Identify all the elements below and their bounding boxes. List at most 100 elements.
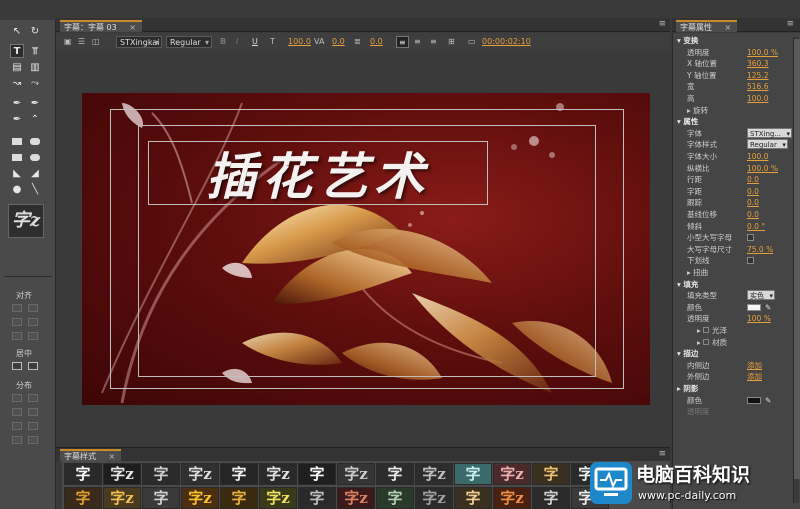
stroke-value[interactable]: 添加 (747, 360, 762, 371)
eyedropper-icon[interactable]: ✎ (765, 302, 771, 313)
eyedropper-icon[interactable]: ✎ (765, 395, 771, 406)
title-style-swatch[interactable]: 字z (493, 463, 531, 485)
attribute-label[interactable]: ▸ 扭曲 (687, 267, 708, 278)
fill-select[interactable]: 实色 (747, 290, 775, 301)
attribute-checkbox[interactable] (747, 234, 754, 242)
styles-tab[interactable]: 字幕样式 × (60, 449, 122, 461)
attribute-select[interactable]: Regular (747, 139, 788, 150)
fill-value[interactable]: 100 % (747, 313, 771, 324)
align-top-button[interactable] (12, 318, 22, 326)
ellipse-tool-icon[interactable]: ● (10, 182, 24, 196)
title-style-swatch[interactable]: 字 (532, 487, 570, 509)
line-tool-icon[interactable]: ╲ (28, 182, 42, 196)
kerning-value[interactable]: 0.0 (332, 36, 345, 48)
italic-button[interactable]: I (236, 36, 238, 48)
timecode-value[interactable]: 00:00:02:10 (482, 36, 531, 48)
color-swatch[interactable] (747, 396, 761, 404)
distribute-button-7[interactable] (12, 436, 22, 444)
expand-arrow-icon[interactable]: ▾ (677, 280, 681, 289)
close-icon[interactable]: × (129, 23, 136, 32)
new-title-icon[interactable]: ▣ (64, 36, 72, 48)
checkbox-icon[interactable] (703, 327, 710, 333)
section-attributes[interactable]: ▾ 属性 (677, 116, 698, 127)
title-text[interactable]: 插花艺术 (149, 142, 487, 206)
attribute-value[interactable]: 100.0 (747, 151, 768, 162)
rounded-corner-rect-tool-icon[interactable] (28, 150, 42, 164)
panel-menu-icon[interactable]: ≡ (658, 19, 666, 29)
title-style-swatch[interactable]: 字 (376, 463, 414, 485)
arc-tool-icon[interactable]: ◢ (28, 166, 42, 180)
attribute-value[interactable]: 75.0 % (747, 244, 773, 255)
rounded-rect-tool-icon[interactable] (28, 134, 42, 148)
close-icon[interactable]: × (109, 452, 116, 461)
expand-arrow-icon[interactable]: ▾ (677, 117, 681, 126)
center-vertical-button[interactable] (28, 362, 38, 370)
title-style-swatch[interactable]: 字 (64, 487, 102, 509)
align-left-text-icon[interactable]: ≡ (396, 36, 409, 48)
bold-button[interactable]: B (220, 36, 226, 48)
title-text-box[interactable]: 插花艺术 (148, 141, 488, 206)
transform-value[interactable]: 100.0 (747, 93, 768, 104)
expand-arrow-icon[interactable]: ▾ (677, 349, 681, 358)
add-anchor-tool-icon[interactable]: ✒ (28, 96, 42, 110)
distribute-button-6[interactable] (28, 422, 38, 430)
expand-arrow-icon[interactable]: ▸ (677, 384, 681, 393)
title-style-swatch[interactable]: 字z (181, 487, 219, 509)
section-shadow[interactable]: ▸ 阴影 (677, 383, 698, 394)
expand-arrow-icon[interactable]: ▾ (677, 36, 681, 45)
transform-value[interactable]: 516.6 (747, 81, 768, 92)
checkbox-icon[interactable] (703, 338, 710, 345)
title-style-swatch[interactable]: 字z (103, 463, 141, 485)
title-style-swatch[interactable]: 字z (259, 487, 297, 509)
center-horizontal-button[interactable] (12, 362, 22, 370)
attribute-checkbox[interactable] (747, 257, 754, 265)
title-style-swatch[interactable]: 字 (532, 463, 570, 485)
title-style-swatch[interactable]: 字 (454, 487, 492, 509)
transform-value[interactable]: 100.0 % (747, 47, 778, 58)
attribute-value[interactable]: 0.0 (747, 174, 759, 185)
attribute-select[interactable]: STXing... (747, 127, 793, 139)
title-style-swatch[interactable]: 字 (298, 487, 336, 509)
panel-menu-icon[interactable]: ≡ (786, 19, 794, 29)
title-style-swatch[interactable]: 字 (220, 487, 258, 509)
font-size-value[interactable]: 100.0 (288, 36, 311, 48)
type-tool-icon[interactable]: T (10, 44, 24, 58)
title-style-swatch[interactable]: 字 (142, 487, 180, 509)
title-style-swatch[interactable]: 字z (337, 487, 375, 509)
font-style-select[interactable]: Regular (166, 36, 212, 49)
properties-tab[interactable]: 字幕属性 × (676, 20, 738, 32)
title-style-swatch[interactable]: 字z (415, 487, 453, 509)
attribute-value[interactable]: 0.0 (747, 186, 759, 197)
close-icon[interactable]: × (725, 23, 732, 32)
title-style-swatch[interactable]: 字z (103, 487, 141, 509)
align-left-button[interactable] (12, 304, 22, 312)
attribute-value[interactable]: 0.0 (747, 197, 759, 208)
title-style-swatch[interactable]: 字z (259, 463, 297, 485)
title-tab[interactable]: 字幕：字幕 03 × (60, 20, 142, 32)
vertical-path-type-tool-icon[interactable]: ⤳ (28, 76, 42, 90)
align-right-text-icon[interactable]: ≡ (430, 36, 437, 48)
title-style-swatch[interactable]: 字 (376, 487, 414, 509)
delete-anchor-tool-icon[interactable]: ✒ (10, 112, 24, 126)
convert-anchor-tool-icon[interactable]: ⌃ (28, 112, 42, 126)
title-style-swatch[interactable]: 字z (415, 463, 453, 485)
wedge-tool-icon[interactable]: ◣ (10, 166, 24, 180)
stroke-value[interactable]: 添加 (747, 371, 762, 382)
roll-crawl-icon[interactable]: ☰ (78, 36, 85, 48)
align-center-text-icon[interactable]: ≡ (414, 36, 421, 48)
transform-value[interactable]: 125.2 (747, 70, 768, 81)
transform-label[interactable]: ▸ 旋转 (687, 105, 708, 116)
underline-button[interactable]: U (252, 36, 258, 48)
font-family-select[interactable]: STXingkai (116, 36, 162, 49)
distribute-button-1[interactable] (12, 394, 22, 402)
title-style-swatch[interactable]: 字z (181, 463, 219, 485)
distribute-button-4[interactable] (28, 408, 38, 416)
align-right-button[interactable] (12, 332, 22, 340)
clipped-rect-tool-icon[interactable] (10, 150, 24, 164)
title-style-swatch[interactable]: 字 (64, 463, 102, 485)
distribute-button-8[interactable] (28, 436, 38, 444)
title-style-swatch[interactable]: 字 (298, 463, 336, 485)
attribute-value[interactable]: 0.0 (747, 209, 759, 220)
section-transform[interactable]: ▾ 变换 (677, 35, 698, 46)
tab-stops-icon[interactable]: ⊞ (448, 36, 455, 48)
